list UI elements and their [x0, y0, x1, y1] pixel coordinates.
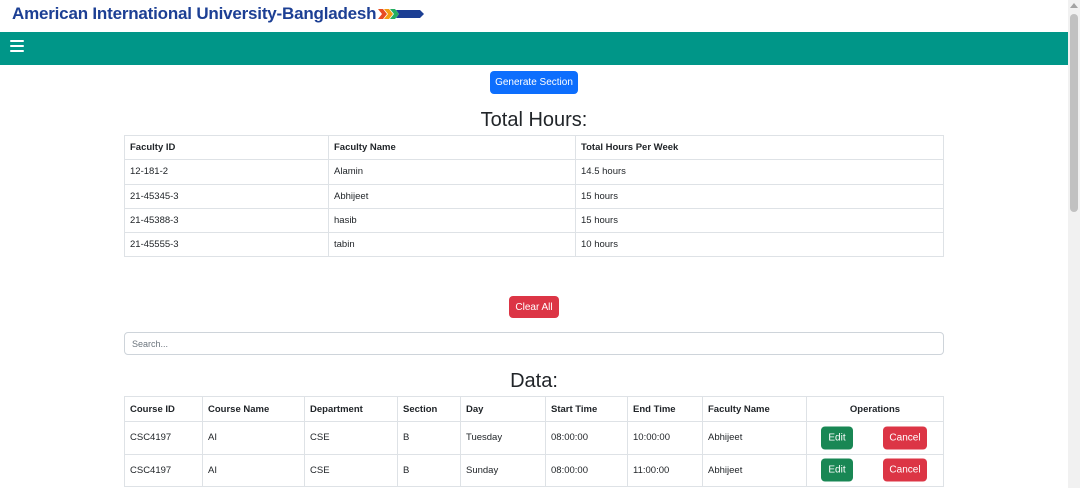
column-header: Department: [304, 396, 398, 422]
faculty-id-cell: 21-45345-3: [124, 183, 329, 209]
column-header: End Time: [627, 396, 703, 422]
column-header: Course ID: [124, 396, 203, 422]
course-data-table: Course ID Course Name Department Section…: [124, 396, 944, 487]
faculty-name-cell: hasib: [328, 207, 576, 234]
start-time-cell: 08:00:00: [545, 421, 628, 455]
course-name-cell: AI: [202, 453, 305, 487]
cancel-button[interactable]: Cancel: [883, 426, 927, 450]
generate-section-button[interactable]: Generate Section: [490, 71, 578, 94]
cancel-button[interactable]: Cancel: [883, 458, 927, 482]
day-cell: Sunday: [460, 453, 546, 487]
total-hours-cell: 10 hours: [575, 232, 944, 258]
operations-cell: Edit Cancel: [806, 421, 944, 455]
table-row: CSC4197 AI CSE B Tuesday 08:00:00 10:00:…: [124, 421, 944, 455]
end-time-cell: 11:00:00: [627, 453, 703, 487]
table-row: CSC4197 AI CSE B Sunday 08:00:00 11:00:0…: [124, 453, 944, 487]
column-header: Course Name: [202, 396, 305, 422]
course-id-cell: CSC4197: [124, 421, 203, 455]
column-header: Total Hours Per Week: [575, 134, 944, 161]
edit-button[interactable]: Edit: [821, 426, 853, 450]
day-cell: Tuesday: [460, 421, 546, 455]
faculty-name-cell: tabin: [328, 232, 576, 258]
scroll-up-icon[interactable]: [1070, 3, 1078, 8]
course-name-cell: AI: [202, 421, 305, 455]
column-header: Faculty Name: [702, 396, 807, 422]
university-name: American International University-Bangla…: [12, 4, 377, 23]
total-hours-title: Total Hours:: [480, 109, 588, 131]
table-header-row: Faculty ID Faculty Name Total Hours Per …: [124, 134, 944, 161]
faculty-id-cell: 21-45388-3: [124, 207, 329, 234]
faculty-name-cell: Abhijeet: [328, 183, 576, 209]
total-hours-table: Faculty ID Faculty Name Total Hours Per …: [124, 134, 944, 258]
column-header: Day: [460, 396, 546, 422]
column-header: Faculty Name: [328, 134, 576, 161]
faculty-name-cell: Abhijeet: [702, 453, 807, 487]
total-hours-cell: 14.5 hours: [575, 159, 944, 185]
search-input[interactable]: [124, 332, 944, 355]
university-logo[interactable]: American International University-Bangla…: [12, 4, 425, 24]
section-cell: B: [397, 453, 461, 487]
faculty-name-cell: Alamin: [328, 159, 576, 185]
table-header-row: Course ID Course Name Department Section…: [124, 396, 944, 422]
column-header: Start Time: [545, 396, 628, 422]
data-title: Data:: [510, 370, 558, 392]
table-row: 12-181-2 Alamin 14.5 hours: [124, 159, 944, 185]
column-header: Section: [397, 396, 461, 422]
table-row: 21-45388-3 hasib 15 hours: [124, 207, 944, 234]
total-hours-cell: 15 hours: [575, 183, 944, 209]
total-hours-cell: 15 hours: [575, 207, 944, 234]
faculty-id-cell: 21-45555-3: [124, 232, 329, 258]
department-cell: CSE: [304, 421, 398, 455]
table-row: 21-45555-3 tabin 10 hours: [124, 232, 944, 258]
logo-arrows-icon: [378, 9, 425, 19]
vertical-scrollbar[interactable]: [1068, 0, 1080, 488]
clear-all-button[interactable]: Clear All: [509, 296, 559, 318]
site-header: American International University-Bangla…: [0, 0, 1068, 32]
department-cell: CSE: [304, 453, 398, 487]
section-cell: B: [397, 421, 461, 455]
column-header: Faculty ID: [124, 134, 329, 161]
table-row: 21-45345-3 Abhijeet 15 hours: [124, 183, 944, 209]
column-header: Operations: [806, 396, 944, 422]
faculty-name-cell: Abhijeet: [702, 421, 807, 455]
start-time-cell: 08:00:00: [545, 453, 628, 487]
hamburger-menu-icon[interactable]: [10, 40, 24, 54]
faculty-id-cell: 12-181-2: [124, 159, 329, 185]
end-time-cell: 10:00:00: [627, 421, 703, 455]
scroll-thumb[interactable]: [1070, 14, 1078, 212]
edit-button[interactable]: Edit: [821, 458, 853, 482]
top-navbar: [0, 32, 1068, 65]
operations-cell: Edit Cancel: [806, 453, 944, 487]
course-id-cell: CSC4197: [124, 453, 203, 487]
